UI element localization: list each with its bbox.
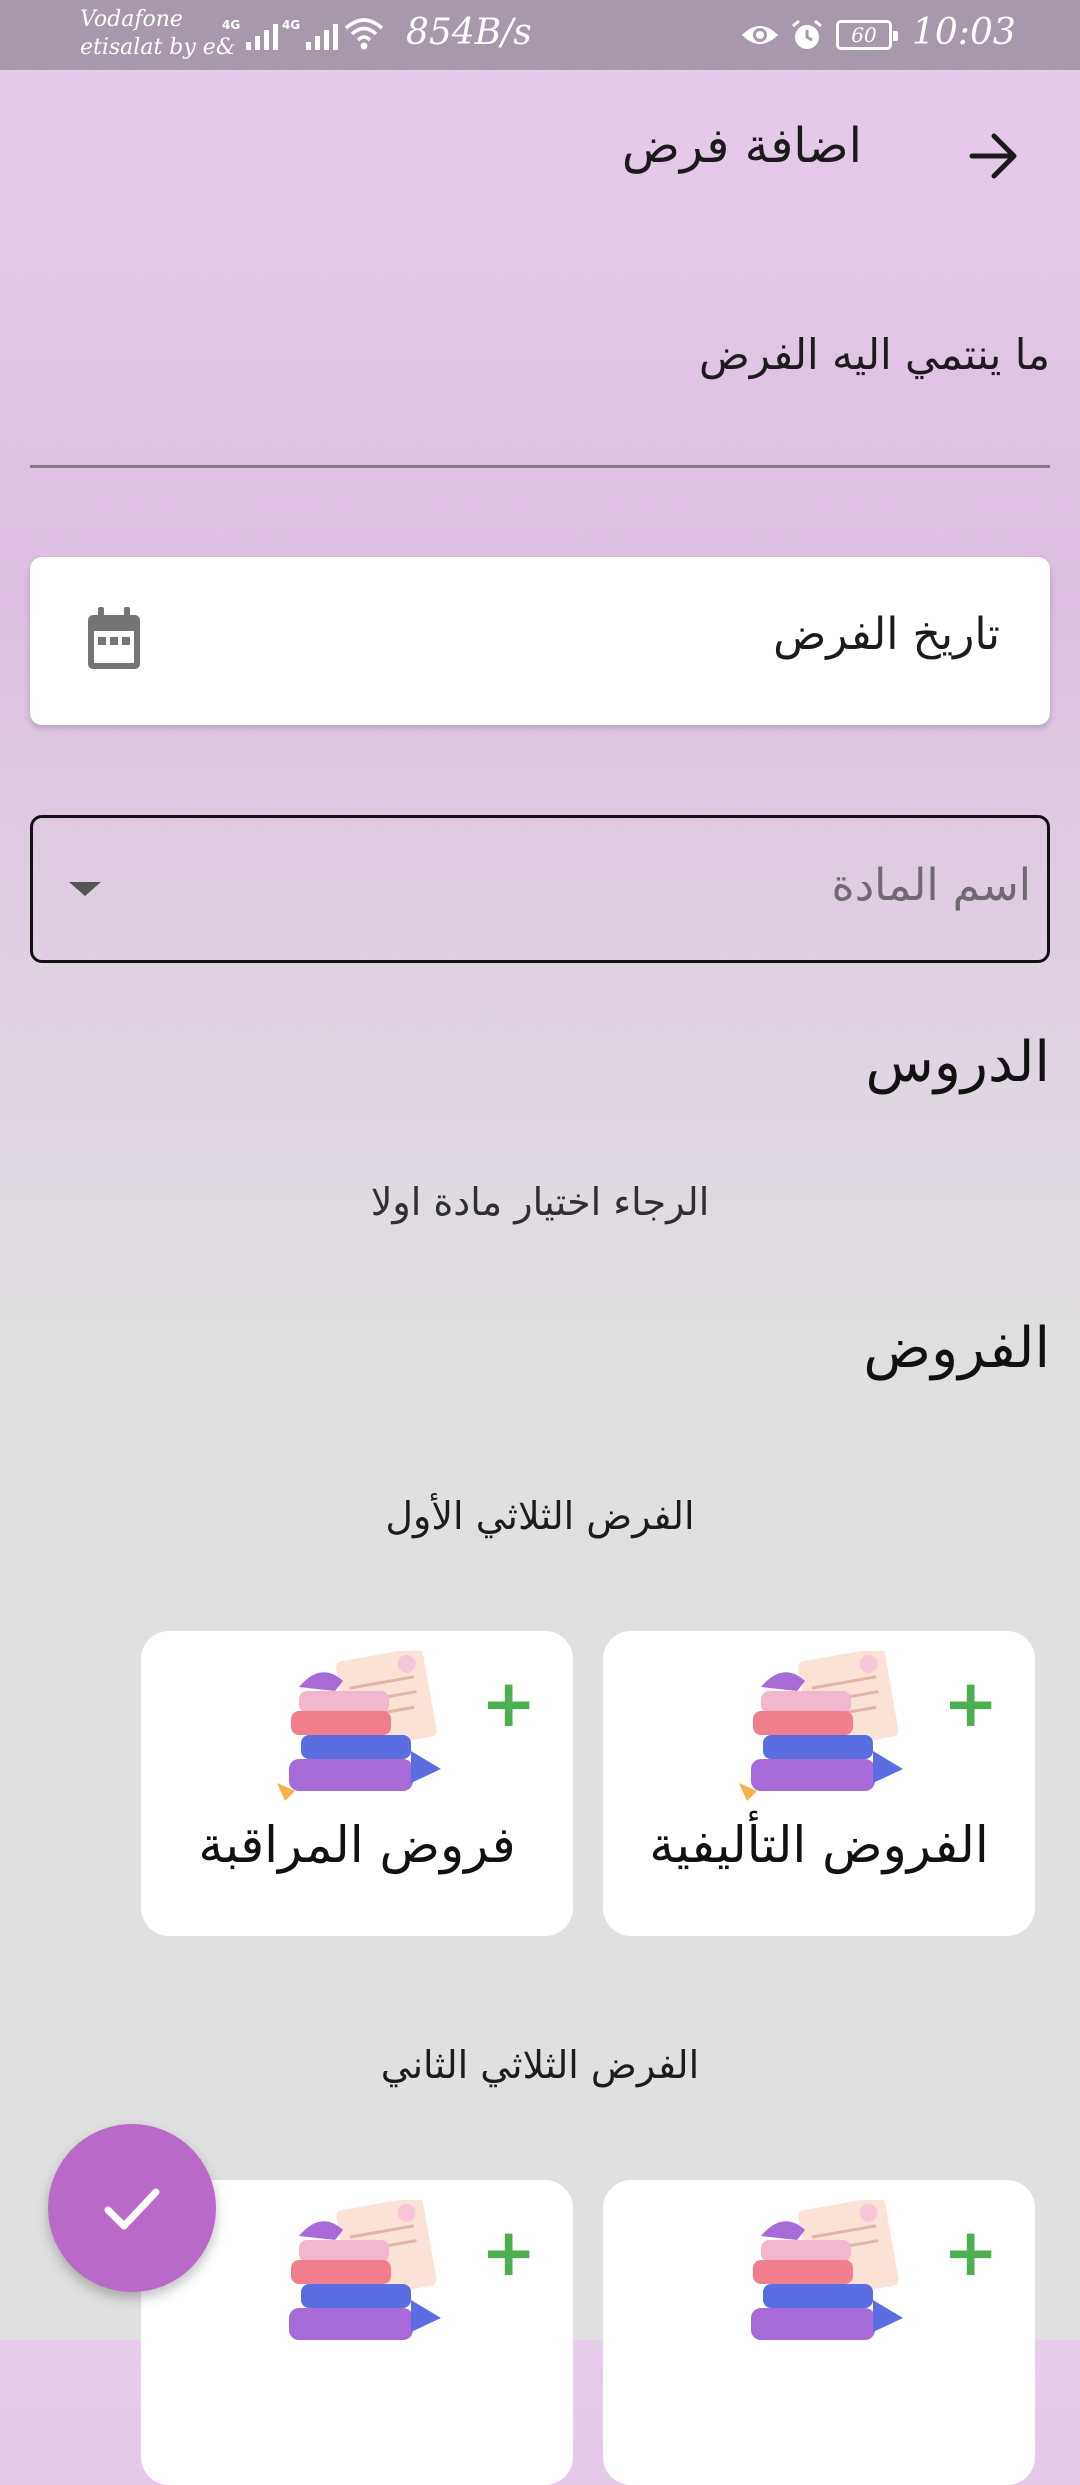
books-illustration-icon	[277, 1651, 441, 1801]
parent-input[interactable]: ما ينتمي اليه الفرض	[30, 320, 1050, 468]
check-icon	[104, 2188, 160, 2230]
page-title: اضافة فرض	[621, 118, 862, 174]
subject-dropdown[interactable]: اسم المادة	[30, 815, 1050, 963]
add-icon[interactable]: +	[481, 1671, 536, 1737]
date-picker-field[interactable]: تاريخ الفرض	[30, 557, 1050, 725]
net-speed: 854B/s	[406, 12, 532, 53]
signal-icon: 4G	[282, 18, 339, 50]
lessons-heading: الدروس	[865, 1030, 1050, 1095]
add-icon[interactable]: +	[943, 2220, 998, 2286]
exams-heading: الفروض	[863, 1316, 1050, 1381]
input-underline	[30, 465, 1050, 468]
date-label: تاريخ الفرض	[773, 609, 1000, 660]
term-title: الفرض الثلاثي الأول	[385, 1494, 695, 1538]
parent-input-label: ما ينتمي اليه الفرض	[699, 330, 1050, 379]
exam-card[interactable]: + الفروض التأليفية	[603, 1631, 1035, 1936]
status-bar: Vodafone etisalat by e& 4G 4G 854B/s 60 …	[0, 0, 1080, 70]
carrier-label: Vodafone etisalat by e&	[80, 7, 236, 60]
exam-card[interactable]: + فروض المراقبة	[141, 1631, 573, 1936]
signal-icon: 4G	[222, 18, 279, 50]
add-icon[interactable]: +	[943, 1671, 998, 1737]
term-title: الفرض الثلاثي الثاني	[380, 2043, 700, 2087]
exam-card-label: فروض المراقبة	[198, 1816, 516, 1874]
calendar-icon	[88, 607, 140, 669]
save-button[interactable]	[48, 2124, 216, 2292]
exam-card[interactable]: +	[603, 2180, 1035, 2485]
arrow-right-icon[interactable]	[966, 128, 1022, 184]
add-icon[interactable]: +	[481, 2220, 536, 2286]
clock: 10:03	[912, 12, 1016, 53]
battery-icon: 60	[836, 20, 898, 50]
exam-card-label: الفروض التأليفية	[649, 1816, 989, 1874]
alarm-icon	[792, 19, 822, 49]
subject-placeholder: اسم المادة	[831, 860, 1031, 911]
books-illustration-icon	[289, 2200, 441, 2340]
wifi-icon	[344, 18, 384, 50]
books-illustration-icon	[739, 1651, 903, 1801]
caret-down-icon	[69, 882, 101, 896]
lessons-empty-message: الرجاء اختيار مادة اولا	[370, 1180, 710, 1224]
books-illustration-icon	[751, 2200, 903, 2340]
eye-icon	[742, 26, 778, 44]
